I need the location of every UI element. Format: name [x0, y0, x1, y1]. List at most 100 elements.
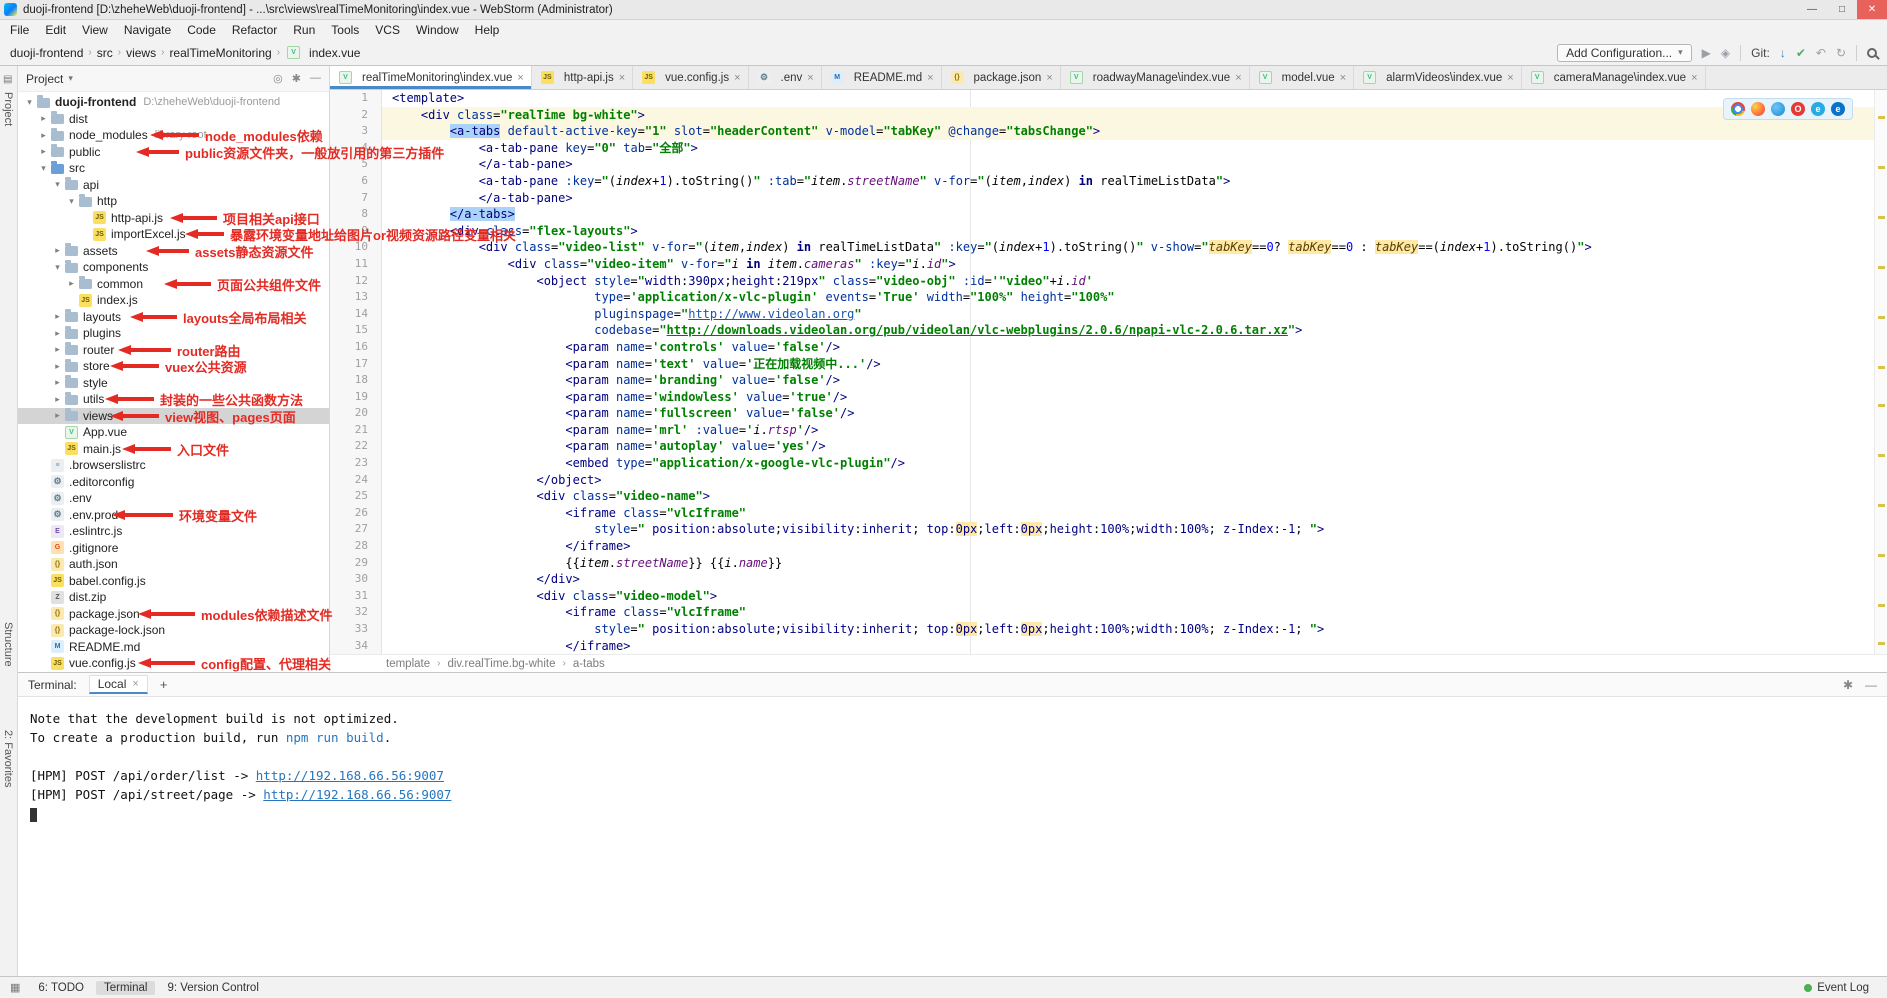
menu-item-refactor[interactable]: Refactor [224, 22, 285, 38]
editor-tab-vue-config-js[interactable]: JSvue.config.js× [633, 66, 748, 89]
status-item-terminal[interactable]: Terminal [96, 981, 155, 995]
chevron-icon[interactable]: ▸ [52, 410, 63, 421]
chevron-icon[interactable]: ▸ [38, 146, 49, 157]
editor-tab-alarmvideos-index-vue[interactable]: ValarmVideos\index.vue× [1354, 66, 1522, 89]
breadcrumb-item-src[interactable]: src [97, 46, 113, 60]
menu-item-code[interactable]: Code [179, 22, 224, 38]
menu-item-run[interactable]: Run [285, 22, 323, 38]
close-tab-icon[interactable]: × [1235, 72, 1241, 84]
tree-item-browserslistrc[interactable]: ≡.browserslistrc [18, 457, 329, 474]
tree-item-http-api-js[interactable]: JShttp-api.js [18, 210, 329, 227]
tree-item-dist[interactable]: ▸dist [18, 111, 329, 128]
git-update-button[interactable]: ↓ [1780, 46, 1786, 60]
editor-tab-model-vue[interactable]: Vmodel.vue× [1250, 66, 1355, 89]
tree-item-babel-config-js[interactable]: JSbabel.config.js [18, 573, 329, 590]
status-item-event-log[interactable]: Event Log [1796, 981, 1877, 995]
breadcrumb-item-realtimemonitoring[interactable]: realTimeMonitoring [169, 46, 271, 60]
close-tab-icon[interactable]: × [517, 72, 523, 84]
chrome-browser-icon[interactable] [1731, 102, 1745, 116]
terminal-hide-icon[interactable]: — [1865, 678, 1877, 692]
chevron-icon[interactable]: ▾ [38, 163, 49, 174]
tree-item-public[interactable]: ▸public [18, 144, 329, 161]
tree-item-style[interactable]: ▸style [18, 375, 329, 392]
status-item-6-todo[interactable]: 6: TODO [30, 981, 92, 995]
editor-tab-readme-md[interactable]: MREADME.md× [822, 66, 942, 89]
status-grid-icon[interactable]: ▦ [10, 981, 20, 994]
close-tab-icon[interactable]: × [1691, 72, 1697, 84]
chevron-icon[interactable]: ▸ [52, 377, 63, 388]
tool-stripe-project[interactable]: Project [2, 92, 14, 126]
tree-item-package-json[interactable]: {}package.json [18, 606, 329, 623]
tree-item-plugins[interactable]: ▸plugins [18, 325, 329, 342]
tree-item-package-lock-json[interactable]: {}package-lock.json [18, 622, 329, 639]
tree-item-main-js[interactable]: JSmain.js [18, 441, 329, 458]
safari-browser-icon[interactable] [1771, 102, 1785, 116]
terminal-cursor[interactable] [30, 808, 37, 822]
editor-breadcrumb-template[interactable]: template [386, 658, 430, 670]
chevron-icon[interactable]: ▸ [66, 278, 77, 289]
close-tab-icon[interactable]: × [807, 72, 813, 84]
ie-browser-icon[interactable]: e [1811, 102, 1825, 116]
editor-tab-env[interactable]: ⚙.env× [749, 66, 822, 89]
debug-button[interactable]: ◈ [1721, 46, 1730, 60]
editor-tab-package-json[interactable]: {}package.json× [942, 66, 1061, 89]
new-terminal-button[interactable]: + [160, 677, 168, 692]
tree-item-layouts[interactable]: ▸layouts [18, 309, 329, 326]
editor-breadcrumb-div-realtime-bg-white[interactable]: div.realTime.bg-white [447, 658, 555, 670]
chevron-icon[interactable]: ▸ [52, 328, 63, 339]
close-tab-icon[interactable]: × [1507, 72, 1513, 84]
breadcrumb-item-views[interactable]: views [126, 46, 156, 60]
error-stripe[interactable] [1874, 90, 1887, 654]
menu-item-window[interactable]: Window [408, 22, 467, 38]
tree-item-utils[interactable]: ▸utils [18, 391, 329, 408]
tree-item-importexcel-js[interactable]: JSimportExcel.js [18, 226, 329, 243]
chevron-icon[interactable]: ▾ [66, 196, 77, 207]
chevron-icon[interactable]: ▾ [24, 97, 35, 108]
tree-item-duoji-frontend[interactable]: ▾duoji-frontendD:\zheheWeb\duoji-fronten… [18, 94, 329, 111]
breadcrumb-item-duoji-frontend[interactable]: duoji-frontend [10, 46, 83, 60]
tree-item-node-modules[interactable]: ▸node_moduleslibrary root [18, 127, 329, 144]
tree-item-readme-md[interactable]: MREADME.md [18, 639, 329, 656]
close-tab-icon[interactable]: × [1340, 72, 1346, 84]
chevron-icon[interactable]: ▸ [38, 130, 49, 141]
close-tab-icon[interactable]: × [734, 72, 740, 84]
tree-item-router[interactable]: ▸router [18, 342, 329, 359]
close-tab-icon[interactable]: × [1046, 72, 1052, 84]
terminal-output[interactable]: Note that the development build is not o… [18, 697, 1887, 976]
editor-tab-cameramanage-index-vue[interactable]: VcameraManage\index.vue× [1522, 66, 1706, 89]
tree-item-store[interactable]: ▸store [18, 358, 329, 375]
tree-item-src[interactable]: ▾src [18, 160, 329, 177]
minimize-button[interactable]: — [1797, 0, 1827, 19]
menu-item-view[interactable]: View [74, 22, 116, 38]
editor-tab-realtimemonitoring-index-vue[interactable]: VrealTimeMonitoring\index.vue× [330, 66, 532, 89]
editor-tab-http-api-js[interactable]: JShttp-api.js× [532, 66, 633, 89]
tree-item-eslintrc-js[interactable]: E.eslintrc.js [18, 523, 329, 540]
add-configuration-button[interactable]: Add Configuration... ▾ [1557, 44, 1692, 62]
chevron-icon[interactable]: ▸ [52, 311, 63, 322]
tree-item-index-js[interactable]: JSindex.js [18, 292, 329, 309]
chevron-down-icon[interactable]: ▾ [68, 73, 73, 84]
menu-item-vcs[interactable]: VCS [367, 22, 408, 38]
editor-tab-roadwaymanage-index-vue[interactable]: VroadwayManage\index.vue× [1061, 66, 1250, 89]
search-everywhere-icon[interactable] [1867, 48, 1877, 58]
close-tab-icon[interactable]: × [619, 72, 625, 84]
tool-stripe-2-favorites[interactable]: 2: Favorites [2, 730, 14, 787]
close-icon[interactable]: × [132, 678, 138, 690]
close-button[interactable]: ✕ [1857, 0, 1887, 19]
chevron-icon[interactable]: ▸ [38, 113, 49, 124]
run-button[interactable]: ▶ [1702, 46, 1711, 60]
tree-item-env[interactable]: ⚙.env [18, 490, 329, 507]
status-item-9-version-control[interactable]: 9: Version Control [159, 981, 266, 995]
tree-item-dist-zip[interactable]: Zdist.zip [18, 589, 329, 606]
tree-item-auth-json[interactable]: {}auth.json [18, 556, 329, 573]
terminal-settings-icon[interactable]: ✱ [1843, 678, 1853, 692]
tree-item-components[interactable]: ▾components [18, 259, 329, 276]
maximize-button[interactable]: □ [1827, 0, 1857, 19]
menu-item-help[interactable]: Help [467, 22, 508, 38]
chevron-icon[interactable]: ▾ [52, 179, 63, 190]
project-panel-title[interactable]: Project [26, 72, 63, 86]
code-editor[interactable]: 1<template>2<div class="realTime bg-whit… [330, 90, 1887, 654]
tree-item-app-vue[interactable]: VApp.vue [18, 424, 329, 441]
chevron-icon[interactable]: ▸ [52, 245, 63, 256]
chevron-icon[interactable]: ▸ [52, 344, 63, 355]
